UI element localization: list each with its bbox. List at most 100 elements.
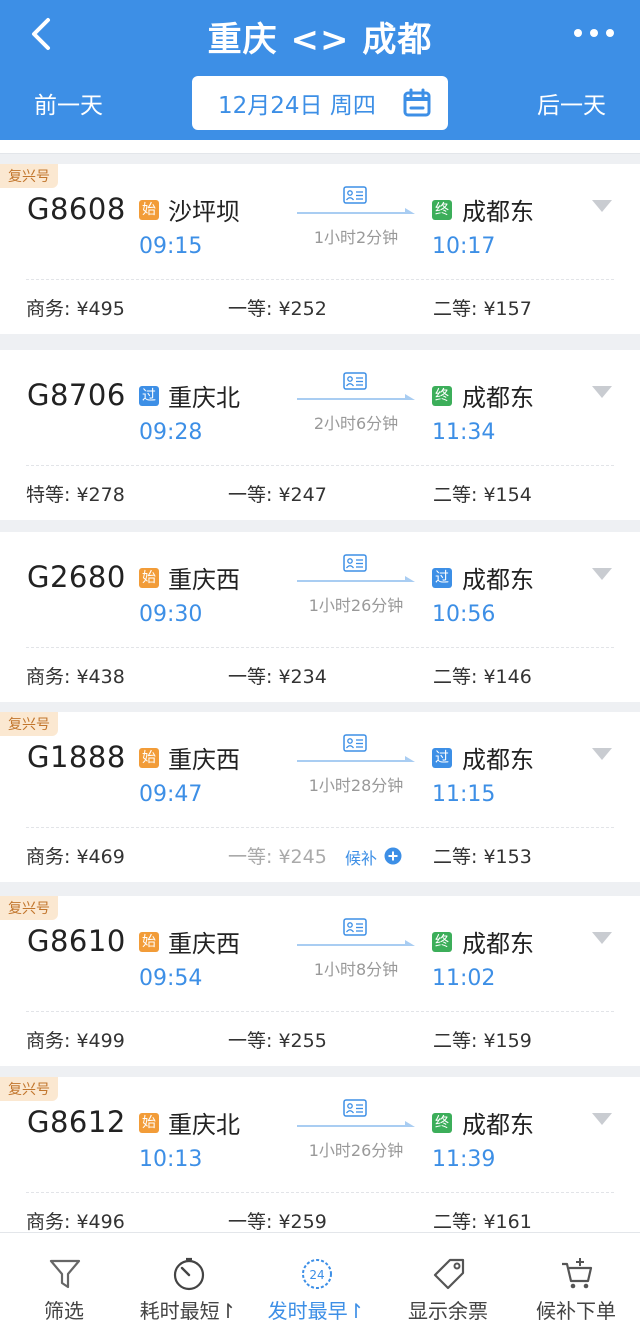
tab-filter[interactable]: 筛选 [0, 1233, 128, 1333]
arrival-tag: 过 [432, 748, 452, 768]
tag-icon [433, 1258, 465, 1290]
tab-earliest-departure[interactable]: 24 发时最早↾ [252, 1233, 380, 1333]
fuxing-badge: 复兴号 [0, 896, 58, 920]
plus-circle-icon[interactable] [384, 847, 402, 865]
train-number: G8608 [27, 192, 126, 226]
departure-station: 重庆西 [168, 566, 240, 594]
card-divider [26, 1011, 614, 1012]
arrival-time: 11:39 [432, 1147, 496, 1172]
train-card[interactable]: 复兴号 G1888 始 重庆西 09:47 1小时28分钟 过 成都东 11:1… [0, 712, 640, 882]
tab-label: 候补下单 [536, 1299, 616, 1323]
seat-price: 商务: ¥496 [26, 1211, 125, 1232]
arrival-station: 成都东 [462, 746, 534, 774]
arrival-tag: 终 [432, 200, 452, 220]
tab-label: 显示余票 [408, 1299, 488, 1323]
clock-24-text: 24 [309, 1268, 324, 1282]
seat-price: 商务: ¥495 [26, 298, 125, 320]
prev-day-button[interactable]: 前一天 [34, 86, 103, 120]
travel-duration: 1小时8分钟 [313, 960, 399, 979]
departure-time: 10:13 [139, 1147, 203, 1172]
arrival-time: 11:34 [432, 420, 496, 445]
cart-plus-icon [562, 1258, 593, 1289]
route-arrow-icon [297, 186, 415, 214]
seat-price: 一等: ¥259 [228, 1211, 327, 1232]
route-arrow-icon [297, 372, 415, 400]
date-text: 12月24日 周四 [218, 93, 376, 119]
chevron-down-icon[interactable] [592, 932, 612, 944]
route-arrow-icon [297, 554, 415, 582]
departure-tag: 过 [139, 386, 159, 406]
fuxing-badge: 复兴号 [0, 712, 58, 736]
travel-duration: 1小时26分钟 [308, 596, 404, 615]
departure-tag: 始 [139, 568, 159, 588]
departure-tag: 始 [139, 200, 159, 220]
date-picker[interactable]: 12月24日 周四 [192, 76, 448, 130]
arrival-tag: 终 [432, 932, 452, 952]
train-number: G2680 [27, 560, 126, 594]
train-number: G8612 [27, 1105, 126, 1139]
departure-station: 沙坪坝 [168, 198, 240, 226]
departure-tag: 始 [139, 1113, 159, 1133]
card-divider [26, 647, 614, 648]
seat-price: 二等: ¥159 [433, 1030, 532, 1052]
seat-price: 商务: ¥438 [26, 666, 125, 688]
departure-time: 09:54 [139, 966, 203, 991]
departure-tag: 始 [139, 932, 159, 952]
tab-shortest-duration[interactable]: 耗时最短↾ [124, 1233, 252, 1333]
train-card[interactable]: 复兴号 G8612 始 重庆北 10:13 1小时26分钟 终 成都东 11:3… [0, 1077, 640, 1232]
seat-price: 商务: ¥499 [26, 1030, 125, 1052]
arrival-time: 11:15 [432, 782, 496, 807]
travel-duration: 1小时2分钟 [313, 228, 399, 247]
departure-time: 09:15 [139, 234, 203, 259]
arrival-station: 成都东 [462, 198, 534, 226]
train-number: G1888 [27, 740, 126, 774]
calendar-icon [403, 88, 431, 117]
chevron-down-icon[interactable] [592, 568, 612, 580]
arrival-time: 11:02 [432, 966, 496, 991]
card-divider [26, 279, 614, 280]
seat-price: 二等: ¥153 [433, 846, 532, 868]
chevron-down-icon[interactable] [592, 748, 612, 760]
waitlist-button[interactable]: 候补 [345, 845, 377, 869]
tab-waitlist-order[interactable]: 候补下单 [512, 1233, 640, 1333]
more-icon[interactable] [570, 18, 618, 48]
seat-price: 一等: ¥234 [228, 666, 327, 688]
chevron-down-icon[interactable] [592, 386, 612, 398]
list-top-edge [0, 140, 640, 154]
route-arrow-icon [297, 1099, 415, 1127]
departure-station: 重庆西 [168, 930, 240, 958]
arrival-station: 成都东 [462, 384, 534, 412]
arrival-tag: 终 [432, 386, 452, 406]
next-day-button[interactable]: 后一天 [537, 86, 606, 120]
travel-duration: 2小时6分钟 [313, 414, 399, 433]
travel-duration: 1小时28分钟 [308, 776, 404, 795]
tab-show-remaining[interactable]: 显示余票 [384, 1233, 512, 1333]
seat-price: 一等: ¥252 [228, 298, 327, 320]
departure-station: 重庆北 [168, 384, 240, 412]
card-divider [26, 827, 614, 828]
stopwatch-icon [173, 1257, 205, 1291]
train-list[interactable]: 复兴号 G8608 始 沙坪坝 09:15 1小时2分钟 终 成都东 10:17… [0, 140, 640, 1232]
card-divider [26, 1192, 614, 1193]
train-number: G8610 [27, 924, 126, 958]
chevron-down-icon[interactable] [592, 200, 612, 212]
seat-price: 商务: ¥469 [26, 846, 125, 868]
train-card[interactable]: 复兴号 G8610 始 重庆西 09:54 1小时8分钟 终 成都东 11:02… [0, 896, 640, 1066]
train-card[interactable]: G8706 过 重庆北 09:28 2小时6分钟 终 成都东 11:34 特等:… [0, 350, 640, 520]
arrival-time: 10:56 [432, 602, 496, 627]
train-card[interactable]: 复兴号 G8608 始 沙坪坝 09:15 1小时2分钟 终 成都东 10:17… [0, 164, 640, 334]
travel-duration: 1小时26分钟 [308, 1141, 404, 1160]
departure-time: 09:30 [139, 602, 203, 627]
top-bar: 重庆 <> 成都 前一天 12月24日 周四 后一天 [0, 0, 640, 140]
page-title: 重庆 <> 成都 [207, 20, 433, 60]
arrival-station: 成都东 [462, 930, 534, 958]
seat-price: 二等: ¥161 [433, 1211, 532, 1232]
departure-time: 09:47 [139, 782, 203, 807]
chevron-down-icon[interactable] [592, 1113, 612, 1125]
train-number: G8706 [27, 378, 126, 412]
train-card[interactable]: G2680 始 重庆西 09:30 1小时26分钟 过 成都东 10:56 商务… [0, 532, 640, 702]
card-divider [26, 465, 614, 466]
departure-station: 重庆北 [168, 1111, 240, 1139]
filter-icon [49, 1259, 81, 1289]
bottom-toolbar: 筛选 耗时最短↾ 24 发时最早↾ 显示余票 候补下单 [0, 1232, 640, 1333]
